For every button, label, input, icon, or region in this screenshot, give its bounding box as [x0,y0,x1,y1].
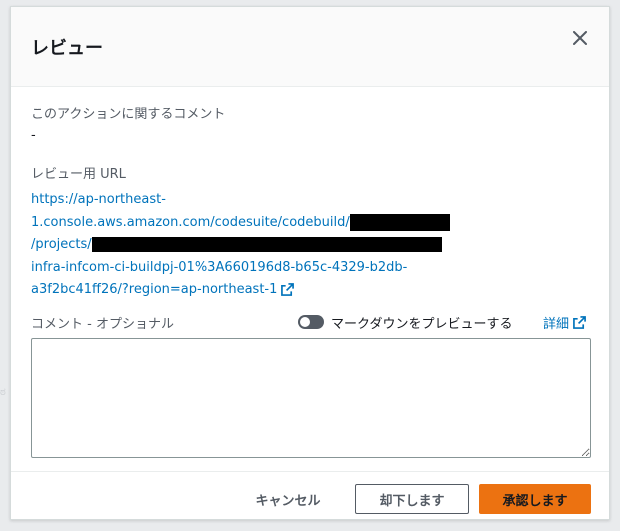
comment-label: コメント - オプショナル [31,317,174,332]
url-line-5[interactable]: a3f2bc41ff26/?region=ap-northeast-1 [31,282,277,297]
toggle-knob [300,317,310,327]
redacted-block [349,213,450,231]
redacted-block [91,237,442,252]
url-line-3[interactable]: /projects/ [31,237,92,252]
detail-link-label: 詳細 [543,317,570,332]
url-line-4[interactable]: infra-infcom-ci-buildpj-01%3A660196d8-b6… [31,260,407,275]
url-line-2[interactable]: 1.console.aws.amazon.com/codesuite/codeb… [31,215,350,230]
approve-button[interactable]: 承認します [479,484,591,514]
modal-title: レビュー [31,38,103,59]
comment-textarea[interactable] [31,338,591,458]
url-line-1[interactable]: https://ap-northeast- [31,192,166,207]
action-comment-label: このアクションに関するコメント [31,107,226,122]
close-icon [573,31,587,45]
background-faint-text: ಠ [0,385,6,398]
review-url-link[interactable]: https://ap-northeast- 1.console.aws.amaz… [31,189,471,302]
comment-header-row: コメント - オプショナル マークダウンをプレビューする 詳細 [31,313,591,333]
close-button[interactable] [569,27,591,49]
external-link-icon [573,316,586,329]
action-comment-value: - [31,128,36,143]
markdown-preview-toggle[interactable] [298,315,324,329]
review-url-label: レビュー用 URL [31,167,126,182]
markdown-preview-label: マークダウンをプレビューする [331,317,513,332]
cancel-button[interactable]: キャンセル [239,484,337,514]
modal-footer: キャンセル 却下します 承認します [11,471,609,521]
external-link-icon [281,283,295,296]
modal-header: レビュー [11,7,609,87]
review-modal: レビュー このアクションに関するコメント - レビュー用 URL https:/… [10,6,610,520]
detail-link[interactable]: 詳細 [543,313,586,332]
reject-button[interactable]: 却下します [355,484,469,514]
